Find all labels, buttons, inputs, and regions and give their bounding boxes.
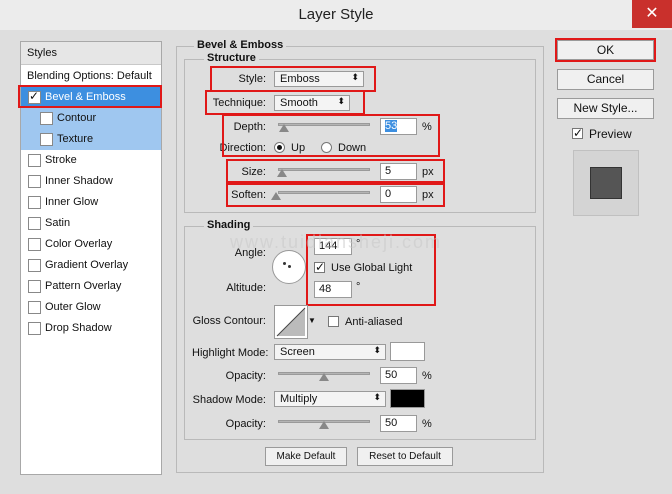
altitude-label: Altitude:	[226, 282, 266, 294]
style-item-label: Contour	[57, 112, 97, 124]
style-item-inner-glow[interactable]: Inner Glow	[21, 192, 161, 213]
checkbox-inner-shadow[interactable]	[28, 175, 41, 188]
style-item-gradient-overlay[interactable]: Gradient Overlay	[21, 255, 161, 276]
close-button[interactable]: ✕	[632, 0, 672, 28]
angle-dial[interactable]	[272, 250, 306, 284]
checkbox-drop-shadow[interactable]	[28, 322, 41, 335]
styles-header: Styles	[21, 42, 161, 65]
bevel-emboss-title: Bevel & Emboss	[194, 39, 287, 51]
blending-options-label: Blending Options: Default	[27, 70, 152, 82]
checkbox-stroke[interactable]	[28, 154, 41, 167]
shading-title: Shading	[204, 219, 254, 231]
new-style-button[interactable]: New Style...	[557, 98, 654, 119]
blending-options-item[interactable]: Blending Options: Default	[21, 66, 161, 87]
updown-arrow-icon: ⬍	[373, 392, 381, 402]
preview-swatch	[590, 167, 622, 199]
style-item-label: Satin	[45, 217, 71, 229]
angle-dial-center	[283, 262, 286, 265]
checkbox-outer-glow[interactable]	[28, 301, 41, 314]
checkbox-inner-glow[interactable]	[28, 196, 41, 209]
contour-curve-icon	[276, 307, 306, 337]
shadow-opacity-value: 50	[385, 417, 398, 429]
style-preview-box	[573, 150, 639, 216]
highlight-box-soften	[226, 183, 445, 207]
shadow-color-swatch[interactable]	[390, 389, 425, 408]
highlight-mode-value: Screen	[280, 346, 315, 358]
gloss-dropdown-arrow-icon[interactable]: ▼	[308, 316, 316, 325]
shadow-mode-label: Shadow Mode:	[192, 394, 266, 406]
highlight-box-depth-direction	[222, 114, 440, 157]
highlight-opacity-value: 50	[385, 369, 398, 381]
shadow-opacity-unit: %	[422, 418, 432, 430]
highlight-box-style	[210, 66, 376, 92]
highlight-mode-select[interactable]: Screen ⬍	[274, 344, 386, 360]
checkbox-texture[interactable]	[40, 133, 53, 146]
style-item-contour[interactable]: Contour	[21, 108, 161, 129]
anti-aliased-label: Anti-aliased	[345, 316, 403, 328]
style-item-satin[interactable]: Satin	[21, 213, 161, 234]
structure-title: Structure	[204, 52, 259, 64]
highlight-color-swatch[interactable]	[390, 342, 425, 361]
window-title: Layer Style	[298, 6, 374, 23]
style-item-texture[interactable]: Texture	[21, 129, 161, 150]
cancel-button[interactable]: Cancel	[557, 69, 654, 90]
shadow-opacity-thumb[interactable]	[319, 421, 329, 429]
gloss-contour-label: Gloss Contour:	[192, 315, 266, 327]
highlight-box-size	[226, 159, 445, 183]
style-item-drop-shadow[interactable]: Drop Shadow	[21, 318, 161, 339]
style-item-label: Texture	[57, 133, 94, 145]
highlight-mode-label: Highlight Mode:	[192, 347, 269, 359]
highlight-opacity-input[interactable]: 50	[380, 367, 417, 384]
checkbox-contour[interactable]	[40, 112, 53, 125]
watermark: www.tuidiansheji.com	[229, 232, 443, 252]
style-item-label: Drop Shadow	[45, 322, 112, 334]
highlight-opacity-unit: %	[422, 370, 432, 382]
style-item-stroke[interactable]: Stroke	[21, 150, 161, 171]
shadow-mode-select[interactable]: Multiply ⬍	[274, 391, 386, 407]
preview-checkbox[interactable]	[572, 126, 583, 140]
shadow-opacity-input[interactable]: 50	[380, 415, 417, 432]
make-default-button[interactable]: Make Default	[265, 447, 347, 466]
shadow-opacity-label: Opacity:	[225, 418, 266, 430]
style-item-label: Inner Shadow	[45, 175, 113, 187]
gloss-contour-preview[interactable]	[274, 305, 308, 339]
style-item-label: Gradient Overlay	[45, 259, 129, 271]
highlight-box-technique	[205, 90, 365, 115]
reset-to-default-button[interactable]: Reset to Default	[357, 447, 453, 466]
highlight-opacity-label: Opacity:	[225, 370, 266, 382]
checkbox-gradient-overlay[interactable]	[28, 259, 41, 272]
highlight-box-ok	[555, 38, 656, 62]
shadow-mode-value: Multiply	[280, 393, 318, 405]
checkbox-pattern-overlay[interactable]	[28, 280, 41, 293]
style-item-label: Pattern Overlay	[45, 280, 122, 292]
styles-header-label: Styles	[27, 47, 57, 59]
anti-aliased-checkbox[interactable]	[328, 316, 339, 327]
style-item-label: Inner Glow	[45, 196, 99, 208]
style-item-label: Outer Glow	[45, 301, 101, 313]
updown-arrow-icon: ⬍	[373, 345, 381, 355]
style-item-outer-glow[interactable]: Outer Glow	[21, 297, 161, 318]
angle-dial-pointer	[288, 265, 291, 268]
preview-label: Preview	[589, 127, 632, 141]
style-item-label: Stroke	[45, 154, 77, 166]
checkbox-satin[interactable]	[28, 217, 41, 230]
style-item-inner-shadow[interactable]: Inner Shadow	[21, 171, 161, 192]
highlight-box-bevel	[18, 85, 162, 108]
highlight-opacity-thumb[interactable]	[319, 373, 329, 381]
style-item-pattern-overlay[interactable]: Pattern Overlay	[21, 276, 161, 297]
